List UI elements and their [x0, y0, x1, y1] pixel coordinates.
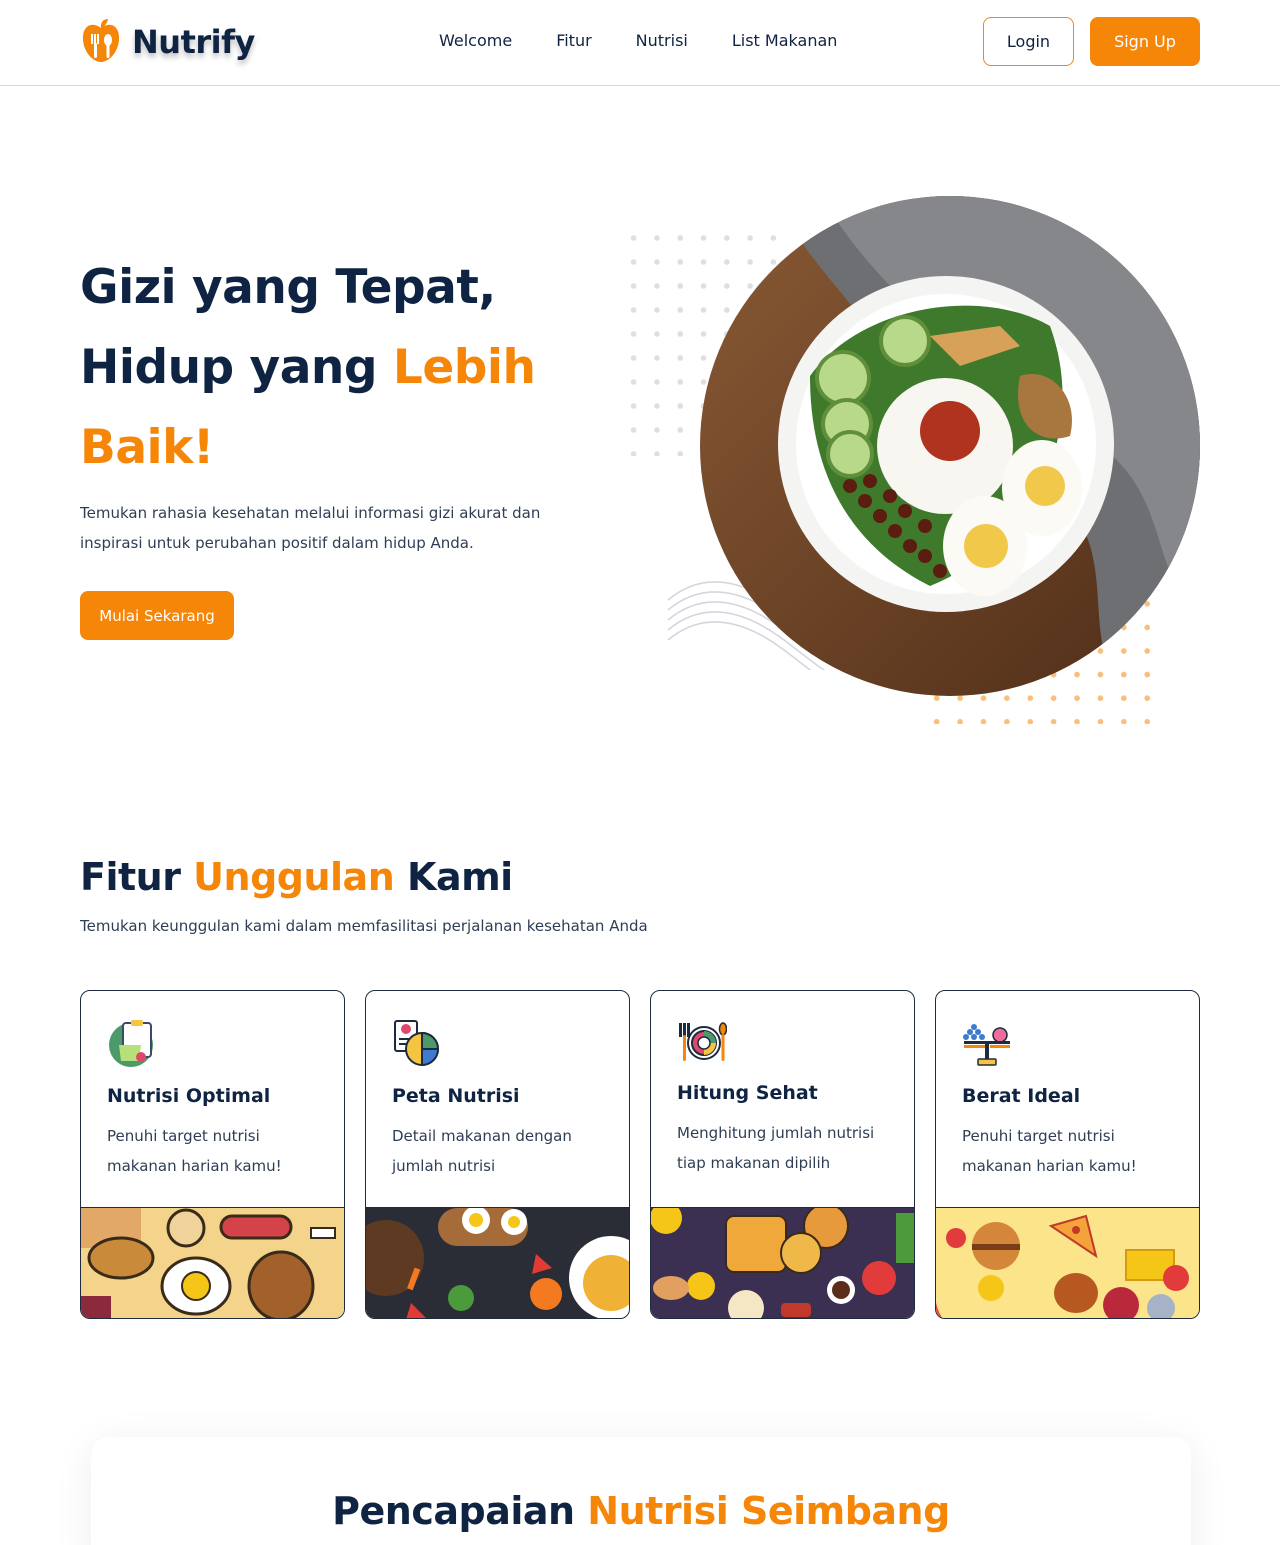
nutrition-chart-icon [394, 1020, 440, 1067]
card-title: Nutrisi Optimal [107, 1085, 271, 1107]
achievement-title-accent: Nutrisi Seimbang [587, 1489, 950, 1533]
feature-card-hitung-sehat[interactable]: Hitung Sehat Menghitung jumlah nutrisi t… [650, 990, 915, 1319]
card-description: Detail makanan dengan jumlah nutrisi [392, 1127, 572, 1175]
feature-card-nutrisi-optimal[interactable]: Nutrisi Optimal Penuhi target nutrisi ma… [80, 990, 345, 1319]
card-description: Penuhi target nutrisi makanan harian kam… [107, 1127, 282, 1175]
features-title-accent: Unggulan [193, 855, 395, 899]
features-subtitle: Temukan keunggulan kami dalam memfasilit… [80, 917, 648, 935]
hero-title-accent-lebih: Lebih [392, 340, 536, 395]
feature-cards: Nutrisi Optimal Penuhi target nutrisi ma… [80, 990, 1200, 1319]
plate-cutlery-icon [679, 1022, 727, 1061]
hero-title: Gizi yang Tepat, Hidup yang Lebih Baik! [80, 248, 600, 488]
card-title: Berat Ideal [962, 1085, 1081, 1107]
hero-title-line2: Hidup yang [80, 340, 393, 395]
card-description: Penuhi target nutrisi makanan harian kam… [962, 1127, 1137, 1175]
nav-link-fitur[interactable]: Fitur [556, 31, 591, 50]
start-now-button[interactable]: Mulai Sekarang [80, 591, 234, 640]
card-food-illustration [81, 1207, 344, 1318]
card-title: Peta Nutrisi [392, 1085, 520, 1107]
main-nav: Welcome Fitur Nutrisi List Makanan [439, 31, 837, 50]
hero-title-accent-baik: Baik! [80, 420, 214, 475]
login-button[interactable]: Login [983, 17, 1074, 66]
card-title: Hitung Sehat [677, 1082, 818, 1104]
brand-name: Nutrify [132, 23, 255, 61]
brand[interactable]: Nutrify [80, 18, 255, 66]
feature-card-berat-ideal[interactable]: Berat Ideal Penuhi target nutrisi makana… [935, 990, 1200, 1319]
achievement-panel: Pencapaian Nutrisi Seimbang [91, 1437, 1191, 1545]
nav-link-welcome[interactable]: Welcome [439, 31, 512, 50]
hero-food-image [700, 196, 1200, 696]
features-title-prefix: Fitur [80, 855, 194, 899]
card-description: Menghitung jumlah nutrisi tiap makanan d… [677, 1124, 875, 1172]
balance-scale-icon [963, 1024, 1010, 1066]
hero-title-line1: Gizi yang Tepat, [80, 260, 496, 315]
achievement-title-prefix: Pencapaian [332, 1489, 588, 1533]
nav-link-nutrisi[interactable]: Nutrisi [636, 31, 688, 50]
features-title: Fitur Unggulan Kami [80, 855, 513, 899]
card-food-illustration [936, 1207, 1199, 1318]
feature-card-peta-nutrisi[interactable]: Peta Nutrisi Detail makanan dengan jumla… [365, 990, 630, 1319]
nav-link-list-makanan[interactable]: List Makanan [732, 31, 838, 50]
apple-fork-spoon-icon [82, 19, 120, 63]
clipboard-salad-icon [109, 1020, 153, 1067]
card-food-illustration [651, 1207, 914, 1318]
achievement-title: Pencapaian Nutrisi Seimbang [91, 1489, 1191, 1533]
hero-description: Temukan rahasia kesehatan melalui inform… [80, 504, 541, 552]
signup-button[interactable]: Sign Up [1090, 17, 1200, 66]
features-title-suffix: Kami [394, 855, 513, 899]
card-food-illustration [366, 1207, 629, 1318]
navbar: Nutrify Welcome Fitur Nutrisi List Makan… [0, 0, 1280, 86]
